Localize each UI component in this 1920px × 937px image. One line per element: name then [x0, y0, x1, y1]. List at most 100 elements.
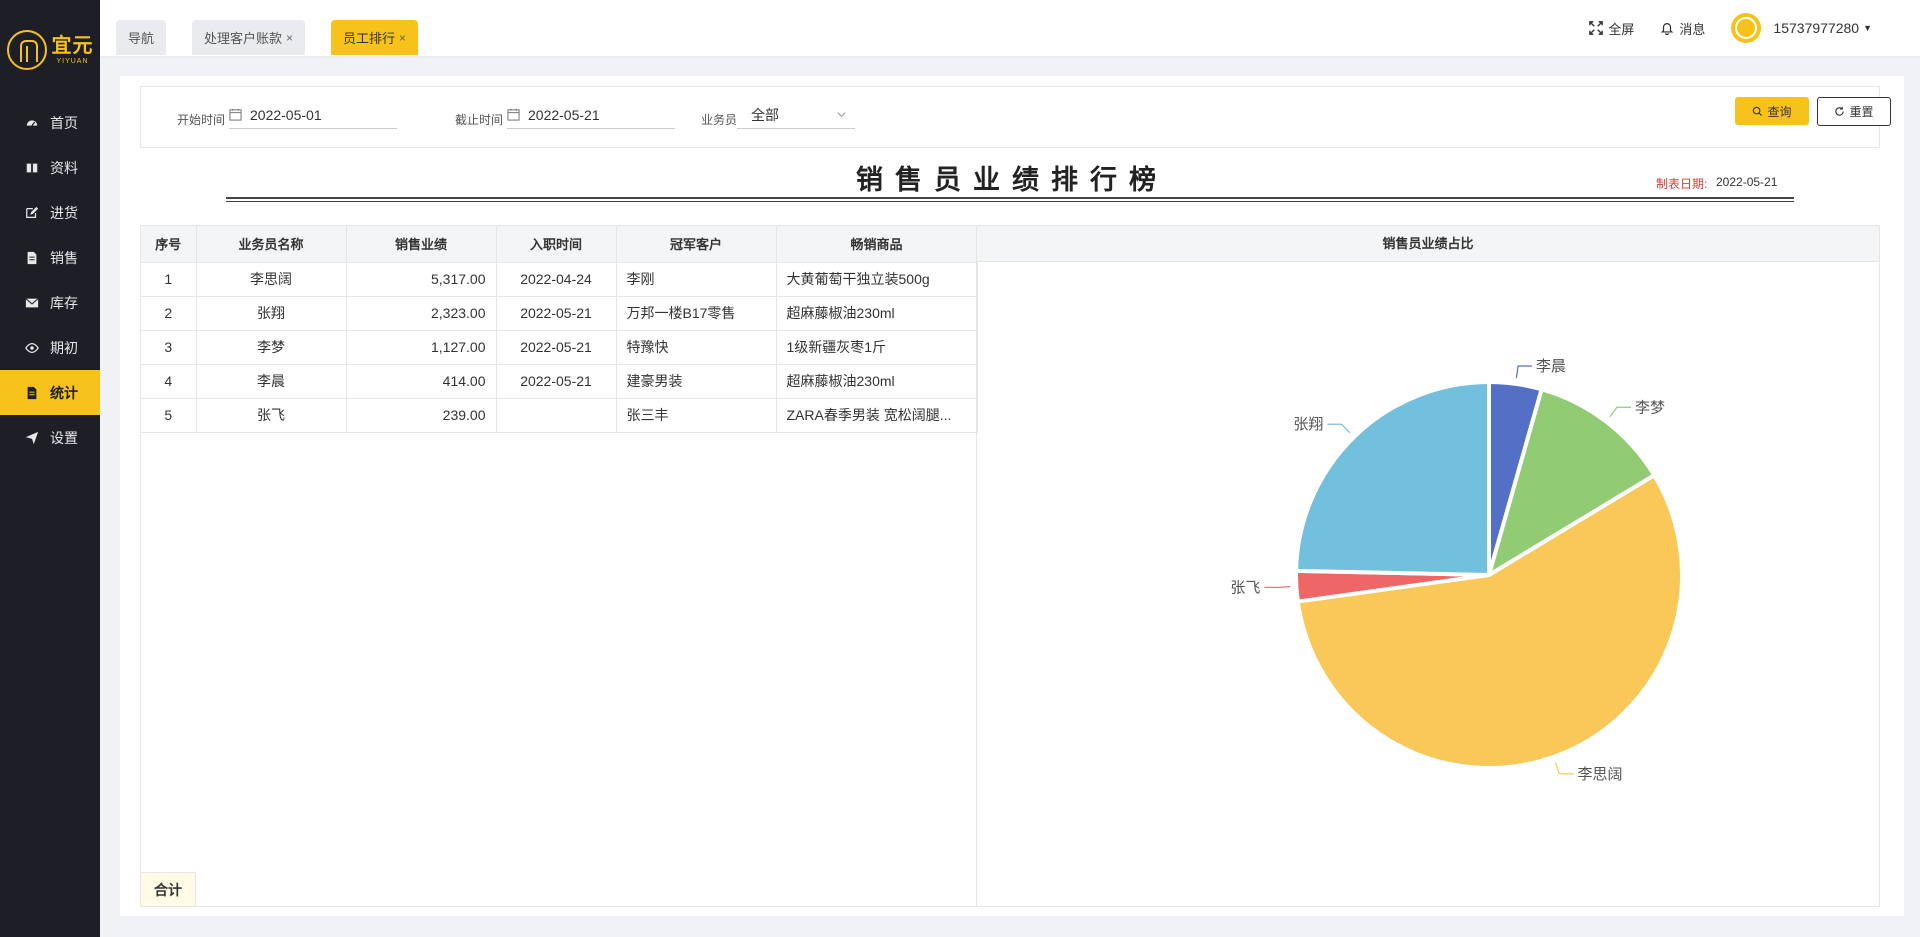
- top-header: 导航 处理客户账款 × 员工排行 × 全屏 消息 15737977280 ▼: [100, 0, 1920, 56]
- fullscreen-button[interactable]: 全屏: [1589, 19, 1634, 38]
- table-cell: 超麻藤椒油230ml: [776, 364, 978, 399]
- table-cell: 5: [141, 398, 197, 433]
- table-cell: 4: [141, 364, 197, 399]
- table-cell: 2022-05-21: [496, 296, 617, 331]
- column-header[interactable]: 业务员名称: [196, 226, 347, 263]
- table-cell: 239.00: [346, 398, 497, 433]
- sidebar-item[interactable]: 期初: [0, 325, 100, 370]
- edit-icon: [24, 205, 40, 221]
- table-row[interactable]: 3 李梦 1,127.00 2022-05-21 特豫快 1级新疆灰枣1斤: [141, 330, 978, 365]
- pie-chart-area: 销售员业绩占比 李晨 李梦 李思阔 张飞 张翔: [976, 225, 1880, 907]
- pie-label: 张翔: [1293, 416, 1323, 433]
- sidebar-item[interactable]: 进货: [0, 190, 100, 235]
- sidebar-item-label: 库存: [50, 294, 78, 311]
- tab-label: 导航: [128, 31, 155, 46]
- pie-label: 李思阔: [1577, 766, 1622, 783]
- tab-label: 处理客户账款: [204, 31, 283, 46]
- sidebar-item[interactable]: 资料: [0, 145, 100, 190]
- calendar-icon: [507, 108, 520, 121]
- table-cell: 李思阔: [196, 262, 347, 297]
- bell-icon: [1661, 23, 1674, 35]
- table-cell: 2,323.00: [346, 296, 497, 331]
- logo-mark-icon: [6, 30, 47, 70]
- query-button[interactable]: 查询: [1735, 97, 1809, 125]
- mail-icon: [24, 295, 40, 311]
- fullscreen-label: 全屏: [1608, 21, 1635, 37]
- sidebar-item[interactable]: 设置: [0, 415, 100, 460]
- table-header-row: 序号 业务员名称 销售业绩 入职时间 冠军客户 畅销商品: [141, 226, 978, 263]
- table-cell: 李晨: [196, 364, 347, 399]
- column-header[interactable]: 冠军客户: [616, 226, 777, 263]
- table-cell: [496, 398, 617, 433]
- salesman-select[interactable]: 全部: [737, 101, 855, 129]
- column-header[interactable]: 销售业绩: [346, 226, 497, 263]
- column-header[interactable]: 入职时间: [496, 226, 617, 263]
- table-cell: 2: [141, 296, 197, 331]
- refresh-icon: [1835, 106, 1845, 116]
- pie-label: 李梦: [1635, 399, 1665, 416]
- table-cell: 建豪男装: [616, 364, 777, 399]
- table-row[interactable]: 2 张翔 2,323.00 2022-05-21 万邦一楼B17零售 超麻藤椒油230ml: [141, 296, 978, 331]
- tab-customer-accounts[interactable]: 处理客户账款 ×: [192, 20, 306, 55]
- report-date-label: 制表日期:: [1656, 177, 1708, 191]
- table-row[interactable]: 4 李晨 414.00 2022-05-21 建豪男装 超麻藤椒油230ml: [141, 364, 978, 399]
- salesman-value: 全部: [751, 106, 779, 123]
- messages-button[interactable]: 消息: [1660, 19, 1705, 38]
- chart-title: 销售员业绩占比: [977, 226, 1879, 262]
- ranking-table-area: 序号 业务员名称 销售业绩 入职时间 冠军客户 畅销商品 1 李思阔 5,317.00 2022…: [140, 225, 978, 907]
- table-cell: 414.00: [346, 364, 497, 399]
- table-row[interactable]: 5 张飞 239.00 张三丰 ZARA春季男装 宽松阔腿...: [141, 398, 978, 433]
- title-divider: [226, 197, 1794, 199]
- end-date-input[interactable]: 2022-05-21: [507, 101, 675, 129]
- table-cell: 1级新疆灰枣1斤: [776, 330, 978, 365]
- report-date-value: 2022-05-21: [1716, 175, 1778, 189]
- table-cell: 李刚: [616, 262, 777, 297]
- eye-icon: [24, 340, 40, 356]
- book-icon: [24, 160, 40, 176]
- filter-bar: 开始时间 2022-05-01 截止时间 2022-05-21 业务员 全部 查…: [140, 86, 1891, 148]
- dashboard-icon: [24, 115, 40, 131]
- pie-label-line: [1327, 423, 1351, 434]
- close-icon[interactable]: ×: [399, 31, 406, 45]
- reset-button[interactable]: 重置: [1817, 97, 1891, 126]
- column-header[interactable]: 序号: [141, 226, 197, 263]
- close-icon[interactable]: ×: [286, 31, 293, 45]
- report-icon: [24, 385, 40, 401]
- end-date-label: 截止时间: [455, 113, 504, 127]
- table-cell: 2022-05-21: [496, 330, 617, 365]
- caret-down-icon[interactable]: ▼: [1863, 23, 1872, 33]
- start-date-input[interactable]: 2022-05-01: [229, 101, 397, 129]
- fullscreen-icon: [1589, 21, 1604, 35]
- table-cell: 万邦一楼B17零售: [616, 296, 777, 331]
- search-icon: [1753, 106, 1763, 116]
- tab-navigation[interactable]: 导航: [116, 20, 167, 55]
- table-cell: 李梦: [196, 330, 347, 365]
- main-panel: 开始时间 2022-05-01 截止时间 2022-05-21 业务员 全部 查…: [120, 76, 1904, 916]
- file-icon: [24, 250, 40, 266]
- start-date-value: 2022-05-01: [250, 106, 322, 123]
- user-name[interactable]: 15737977280: [1773, 20, 1859, 36]
- pie-slice[interactable]: [1294, 380, 1491, 577]
- tab-employee-ranking[interactable]: 员工排行 ×: [331, 20, 419, 55]
- table-row[interactable]: 1 李思阔 5,317.00 2022-04-24 李刚 大黄葡萄干独立装500g: [141, 262, 978, 297]
- table-cell: 5,317.00: [346, 262, 497, 297]
- table-cell: ZARA春季男装 宽松阔腿...: [776, 398, 978, 433]
- sidebar-item[interactable]: 首页: [0, 100, 100, 145]
- sidebar-item[interactable]: 销售: [0, 235, 100, 280]
- title-divider: [226, 201, 1794, 202]
- sidebar-item[interactable]: 库存: [0, 280, 100, 325]
- reset-label: 重置: [1849, 105, 1874, 119]
- pie-chart: 李晨李梦李思阔 张飞 张翔: [1230, 358, 1684, 783]
- sidebar: 宜元 YIYUAN 首页资料进货销售库存期初 统计 设置: [0, 0, 100, 937]
- sidebar-item-label: 进货: [50, 204, 78, 221]
- pie-label-line: [1264, 586, 1291, 588]
- table-cell: 超麻藤椒油230ml: [776, 296, 978, 331]
- table-cell: 2022-05-21: [496, 364, 617, 399]
- avatar[interactable]: [1731, 13, 1762, 43]
- table-cell: 3: [141, 330, 197, 365]
- app-logo[interactable]: 宜元 YIYUAN: [0, 0, 100, 100]
- column-header[interactable]: 畅销商品: [776, 226, 978, 263]
- table-cell: 大黄葡萄干独立装500g: [776, 262, 978, 297]
- sidebar-item[interactable]: 统计: [0, 370, 100, 415]
- sidebar-item-label: 资料: [50, 159, 78, 176]
